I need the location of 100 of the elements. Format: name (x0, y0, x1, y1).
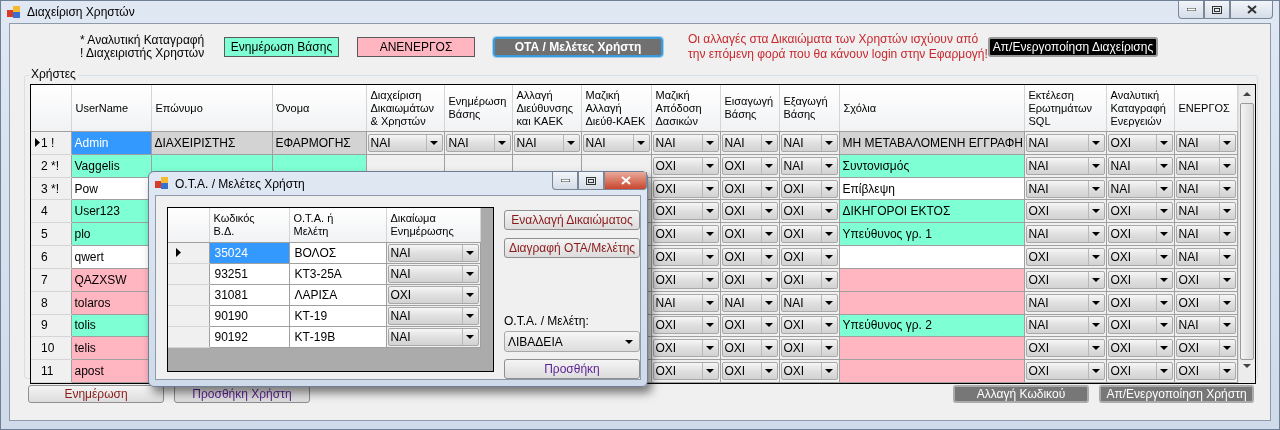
caret-icon (706, 277, 714, 282)
add-button[interactable]: Προσθήκη (504, 359, 640, 379)
dropdown[interactable]: ΟΧΙ (1025, 202, 1105, 221)
dropdown[interactable]: ΟΧΙ (1025, 339, 1105, 358)
dropdown[interactable]: ΟΧΙ (1175, 270, 1236, 289)
dropdown[interactable]: ΝΑΙ (1025, 156, 1105, 175)
dropdown[interactable]: ΝΑΙ (1175, 202, 1236, 221)
dropdown[interactable]: ΝΑΙ (1175, 316, 1236, 335)
dropdown[interactable]: ΟΧΙ (721, 247, 778, 266)
dropdown[interactable]: ΝΑΙ (445, 133, 511, 152)
row-header[interactable]: 10 (31, 336, 71, 360)
row-header[interactable]: 1 ! (31, 131, 71, 155)
dropdown[interactable]: ΟΧΙ (652, 362, 719, 381)
close-button[interactable] (1230, 1, 1273, 19)
row-header[interactable]: 7 (31, 268, 71, 292)
dropdown[interactable]: ΟΧΙ (652, 179, 719, 198)
dropdown[interactable]: ΟΧΙ (721, 225, 778, 244)
dropdown[interactable]: ΟΧΙ (780, 339, 838, 358)
dropdown[interactable]: ΝΑΙ (1175, 225, 1236, 244)
dropdown[interactable]: ΟΧΙ (1107, 225, 1173, 244)
dropdown[interactable]: ΟΧΙ (1175, 293, 1236, 312)
dropdown[interactable]: ΟΧΙ (721, 270, 778, 289)
row-header[interactable]: 8 (31, 291, 71, 314)
dropdown[interactable]: ΝΑΙ (1025, 316, 1105, 335)
dropdown[interactable]: ΟΧΙ (780, 270, 838, 289)
dropdown[interactable]: ΝΑΙ (387, 307, 479, 325)
dropdown[interactable]: ΟΧΙ (1107, 202, 1173, 221)
dropdown[interactable]: ΟΧΙ (652, 270, 719, 289)
dropdown[interactable]: ΝΑΙ (1107, 179, 1173, 198)
dropdown[interactable]: ΝΑΙ (721, 293, 778, 312)
dropdown[interactable]: ΟΧΙ (780, 225, 838, 244)
dropdown[interactable]: ΝΑΙ (1025, 293, 1105, 312)
dropdown[interactable]: ΟΧΙ (780, 247, 838, 266)
dropdown[interactable]: ΟΧΙ (652, 316, 719, 335)
toggle-right-button[interactable]: Εναλλαγή Δικαιώματος (504, 210, 640, 230)
maximize-button[interactable] (578, 172, 604, 190)
dropdown[interactable]: ΝΑΙ (387, 328, 479, 346)
dropdown[interactable]: ΝΑΙ (582, 133, 650, 152)
dropdown[interactable]: ΝΑΙ (1107, 156, 1173, 175)
dropdown[interactable]: ΝΑΙ (1175, 179, 1236, 198)
dropdown[interactable]: ΝΑΙ (1025, 133, 1105, 152)
dropdown[interactable]: ΟΧΙ (1107, 362, 1173, 381)
dropdown[interactable]: ΟΧΙ (1107, 293, 1173, 312)
dropdown[interactable]: ΟΧΙ (721, 339, 778, 358)
ota-dropdown[interactable]: ΛΙΒΑΔΕΙΑ (504, 331, 640, 352)
dropdown[interactable]: ΟΧΙ (652, 156, 719, 175)
dropdown[interactable]: ΟΧΙ (652, 339, 719, 358)
maximize-button[interactable] (1204, 1, 1230, 19)
row-header[interactable]: 11 (31, 359, 71, 383)
toggle-user-button[interactable]: Απ/Ενεργοποίηση Χρήστη (1099, 385, 1254, 403)
dropdown[interactable]: ΝΑΙ (780, 133, 838, 152)
dropdown[interactable]: ΝΑΙ (1175, 247, 1236, 266)
dropdown[interactable]: ΝΑΙ (1175, 156, 1236, 175)
dropdown[interactable]: ΝΑΙ (387, 265, 479, 283)
dropdown[interactable]: ΝΑΙ (780, 293, 838, 312)
row-header[interactable]: 5 (31, 222, 71, 246)
dropdown[interactable]: ΟΧΙ (721, 156, 778, 175)
dropdown[interactable]: ΟΧΙ (652, 202, 719, 221)
dropdown[interactable]: ΟΧΙ (652, 225, 719, 244)
dropdown[interactable]: ΟΧΙ (1107, 247, 1173, 266)
dropdown[interactable]: ΝΑΙ (387, 244, 479, 262)
dropdown[interactable]: ΟΧΙ (652, 247, 719, 266)
dropdown[interactable]: ΟΧΙ (780, 362, 838, 381)
row-header[interactable]: 9 (31, 314, 71, 337)
dropdown[interactable]: ΟΧΙ (1107, 316, 1173, 335)
dropdown[interactable]: ΝΑΙ (652, 293, 719, 312)
dropdown[interactable]: ΝΑΙ (513, 133, 580, 152)
dropdown[interactable]: ΝΑΙ (780, 156, 838, 175)
row-header[interactable]: 3 *! (31, 177, 71, 200)
update-button[interactable]: Ενημέρωση (28, 385, 164, 403)
row-header[interactable]: 6 (31, 245, 71, 269)
dropdown[interactable]: ΝΑΙ (652, 133, 719, 152)
row-header[interactable]: 4 (31, 199, 71, 223)
dropdown[interactable]: ΟΧΙ (1025, 270, 1105, 289)
dropdown[interactable]: ΟΧΙ (721, 202, 778, 221)
change-password-button[interactable]: Αλλαγή Κωδικού (953, 385, 1089, 403)
ota-button[interactable]: ΟΤΑ / Μελέτες Χρήστη (493, 36, 663, 57)
toggle-admin-button[interactable]: Απ/Ενεργοποίηση Διαχείρισης (988, 36, 1158, 57)
dropdown[interactable]: ΝΑΙ (1025, 179, 1105, 198)
row-header[interactable] (168, 242, 209, 264)
dropdown[interactable]: ΝΑΙ (1175, 133, 1236, 152)
dropdown[interactable]: ΟΧΙ (780, 202, 838, 221)
dropdown[interactable]: ΟΧΙ (1175, 362, 1236, 381)
row-header[interactable]: 2 *! (31, 154, 71, 178)
dropdown[interactable]: ΟΧΙ (1107, 133, 1173, 152)
dropdown[interactable]: ΟΧΙ (387, 286, 479, 304)
dropdown[interactable]: ΟΧΙ (1025, 247, 1105, 266)
dropdown[interactable]: ΟΧΙ (721, 362, 778, 381)
dropdown[interactable]: ΟΧΙ (780, 316, 838, 335)
dropdown[interactable]: ΟΧΙ (1025, 362, 1105, 381)
dropdown[interactable]: ΟΧΙ (1107, 339, 1173, 358)
dropdown[interactable]: ΟΧΙ (1175, 339, 1236, 358)
dropdown[interactable]: ΝΑΙ (721, 133, 778, 152)
dropdown[interactable]: ΝΑΙ (367, 133, 443, 152)
dropdown[interactable]: ΟΧΙ (721, 179, 778, 198)
dropdown[interactable]: ΟΧΙ (1107, 270, 1173, 289)
dropdown[interactable]: ΟΧΙ (780, 179, 838, 198)
dropdown[interactable]: ΟΧΙ (721, 316, 778, 335)
delete-button[interactable]: Διαγραφή ΟΤΑ/Μελέτης (504, 238, 640, 258)
dropdown[interactable]: ΝΑΙ (1025, 225, 1105, 244)
